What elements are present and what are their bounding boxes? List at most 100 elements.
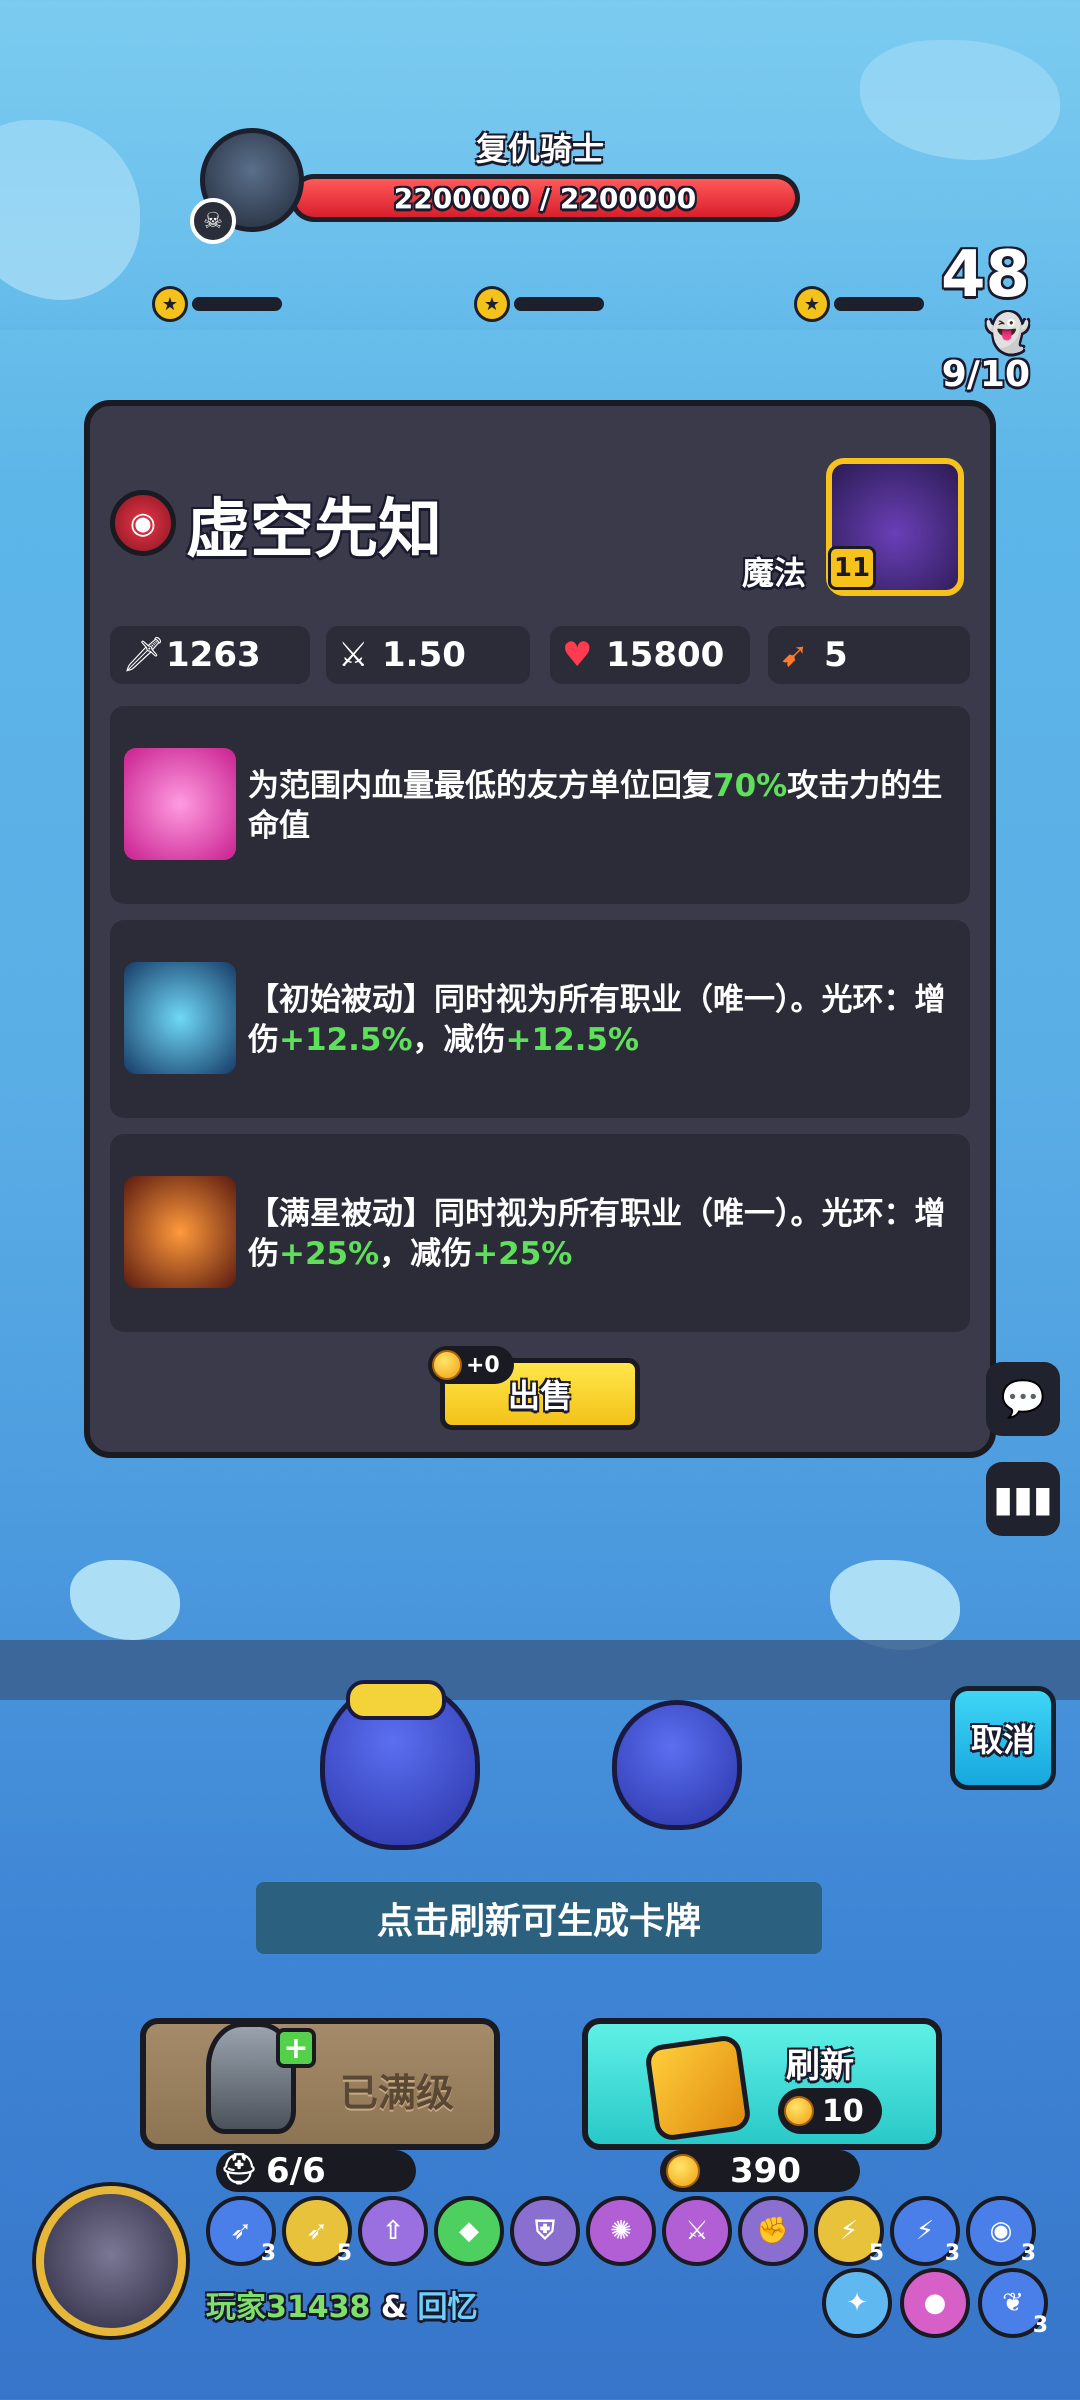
shadow-aura-red-icon (124, 1176, 236, 1288)
pig-icon: ● (923, 2288, 947, 2318)
trait-badge[interactable]: ● (900, 2268, 970, 2338)
refresh-button[interactable] (582, 2018, 942, 2150)
wave-counter: 48 (940, 238, 1030, 312)
trait-badge[interactable]: ➶ 3 (206, 2196, 276, 2266)
boss-name: 复仇骑士 (475, 130, 604, 168)
stat-attack: 🗡 1263 (110, 626, 310, 684)
trait-row: ➶ 3 ➶ 5 ⇧ ◆ ⛨ ✺ ⚔ ✊ ⚡ 5 ⚡ 3 ◉ 3 (206, 2196, 1036, 2266)
bow-icon: ➶ (230, 2216, 252, 2246)
board-slot-star: ★ (152, 286, 282, 322)
trait-badge[interactable]: ➶ 5 (282, 2196, 352, 2266)
ampersand: & (380, 2290, 407, 2325)
runner-blue-icon: ⚡ (915, 2216, 935, 2246)
stat-attack-speed: ⚔ 1.50 (326, 626, 530, 684)
trait-level: 3 (1020, 2241, 1036, 2266)
skill-card[interactable]: 为范围内血量最低的友方单位回复70%攻击力的生命值 (110, 706, 970, 904)
trait-level: 5 (868, 2241, 884, 2266)
star-icon: ★ (794, 286, 830, 322)
goggles-icon (346, 1680, 446, 1720)
stat-range-value: 5 (824, 635, 848, 675)
board-slot-star: ★ (794, 286, 924, 322)
range-arrow-icon: ➹ (780, 635, 809, 675)
trait-badge[interactable]: ⚔ (662, 2196, 732, 2266)
runner-gold-icon: ⚡ (839, 2216, 859, 2246)
helmet-icon: ⛑ (220, 2152, 259, 2187)
trait-badge[interactable]: ✊ (738, 2196, 808, 2266)
stat-attack-speed-value: 1.50 (382, 635, 466, 675)
player-names: 玩家31438 & 回忆 (206, 2282, 477, 2326)
trait-badge[interactable]: ⚡ 5 (814, 2196, 884, 2266)
chat-icon: 💬 (1000, 1379, 1046, 1420)
stat-range: ➹ 5 (768, 626, 970, 684)
skill-card[interactable]: 【满星被动】同时视为所有职业（唯一）。光环：增伤+25%，减伤+25% (110, 1134, 970, 1332)
trait-badge[interactable]: ❦ 3 (978, 2268, 1048, 2338)
skill-description: 【初始被动】同时视为所有职业（唯一）。光环：增伤+12.5%，减伤+12.5% (248, 982, 946, 1058)
partner-name: 回忆 (417, 2290, 478, 2325)
refresh-label: 刷新 (786, 2046, 854, 2086)
plus-icon: + (276, 2028, 316, 2068)
trait-badge[interactable]: ⛨ (510, 2196, 580, 2266)
trait-badge[interactable]: ◉ 3 (966, 2196, 1036, 2266)
boss-hp-text: 2200000 / 2200000 (295, 179, 795, 217)
cancel-button[interactable]: 取消 (950, 1686, 1056, 1790)
sell-gain: +0 (428, 1346, 514, 1384)
bow-gold-icon: ➶ (306, 2216, 328, 2246)
ghost-count-value: 9/10 (941, 354, 1030, 395)
player-avatar[interactable] (36, 2186, 186, 2336)
ghost-counter: 👻 9/10 (890, 312, 1030, 395)
heart-icon: ♥ (562, 635, 593, 675)
trait-row: ✦ ● ❦ 3 (822, 2268, 1048, 2338)
sword-icon: 🗡 (122, 635, 166, 675)
skill-description: 【满星被动】同时视为所有职业（唯一）。光环：增伤+25%，减伤+25% (248, 1196, 946, 1272)
unit-count: ⛑ 6/6 (216, 2150, 416, 2192)
wings-icon: ❦ (1002, 2288, 1024, 2318)
trait-level: 3 (944, 2241, 960, 2266)
arena-edge (0, 1640, 1080, 1700)
chat-button[interactable]: 💬 (986, 1362, 1060, 1436)
gold-value: 390 (730, 2151, 801, 2191)
bar-chart-icon: ▮▮▮ (993, 1478, 1053, 1520)
skull-icon: ☠ (190, 198, 236, 244)
star-icon: ★ (474, 286, 510, 322)
ice-rock (70, 1560, 180, 1640)
speed-sword-icon: ⚔ (338, 635, 369, 675)
upgrade-maxed-label: 已满级 (340, 2071, 455, 2115)
board-slot-star: ★ (474, 286, 604, 322)
fist-icon: ✊ (756, 2216, 790, 2246)
hero-level-badge: 11 (828, 546, 876, 590)
star-progress (514, 297, 604, 311)
mage-class-icon: ◉ (110, 490, 176, 556)
hero-name: 虚空先知 (186, 493, 442, 567)
diamond-icon: ◆ (459, 2216, 479, 2246)
trait-level: 5 (336, 2241, 352, 2266)
trait-badge[interactable]: ✺ (586, 2196, 656, 2266)
stat-hp: ♥ 15800 (550, 626, 750, 684)
stats-button[interactable]: ▮▮▮ (986, 1462, 1060, 1536)
trait-badge[interactable]: ✦ (822, 2268, 892, 2338)
trait-level: 3 (1032, 2313, 1048, 2338)
penguin-unit[interactable] (612, 1700, 742, 1830)
hero-type-label: 魔法 (742, 554, 807, 592)
boss-hp-bar: 2200000 / 2200000 (290, 174, 800, 222)
sell-gain-value: +0 (466, 1352, 500, 1378)
trait-badge[interactable]: ⇧ (358, 2196, 428, 2266)
trait-badge[interactable]: ⚡ 3 (890, 2196, 960, 2266)
sword-slash-icon: ⚔ (685, 2216, 709, 2246)
shield-icon: ⛨ (535, 2215, 555, 2246)
coin-icon (784, 2096, 814, 2126)
star-icon: ★ (152, 286, 188, 322)
shadow-aura-blue-icon (124, 962, 236, 1074)
refresh-hint: 点击刷新可生成卡牌 (256, 1882, 822, 1954)
coin-icon (432, 1350, 462, 1380)
unit-count-value: 6/6 (266, 2151, 326, 2191)
ice-rock (830, 1560, 960, 1650)
skill-card[interactable]: 【初始被动】同时视为所有职业（唯一）。光环：增伤+12.5%，减伤+12.5% (110, 920, 970, 1118)
heart-heal-icon (124, 748, 236, 860)
refresh-cost: 10 (778, 2088, 882, 2134)
trait-level: 3 (260, 2241, 276, 2266)
skill-description: 为范围内血量最低的友方单位回复70%攻击力的生命值 (248, 768, 943, 844)
coin-icon (666, 2154, 700, 2188)
swirl-icon: ✺ (610, 2216, 632, 2246)
trait-badge[interactable]: ◆ (434, 2196, 504, 2266)
bird-icon: ✦ (846, 2288, 868, 2318)
